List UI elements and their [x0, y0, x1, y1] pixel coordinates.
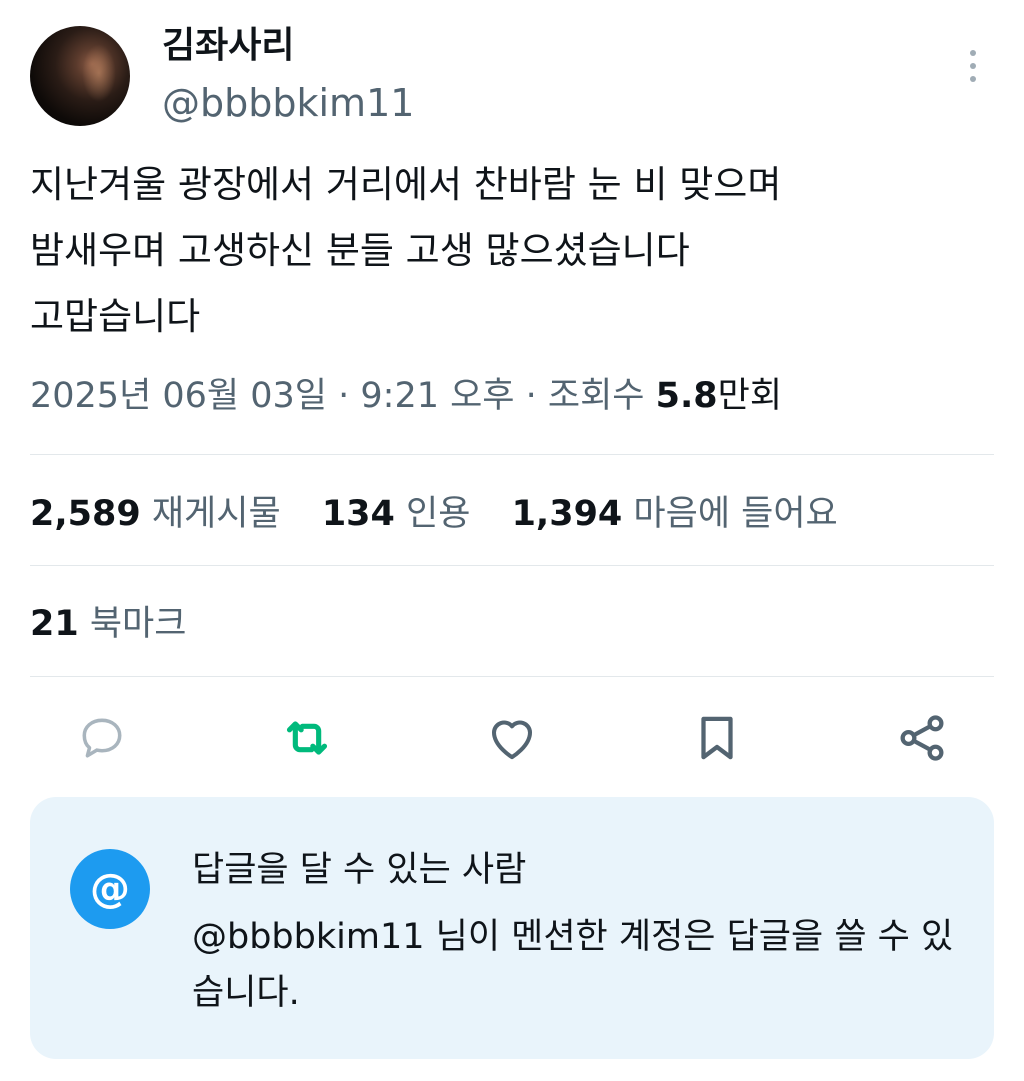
share-icon [900, 715, 944, 761]
views-label: 조회수 [547, 376, 645, 416]
bookmark-button[interactable] [687, 708, 747, 768]
reply-restriction-title: 답글을 달 수 있는 사람 [192, 850, 527, 890]
likes-stat[interactable]: 1,394 마음에 들어요 [512, 494, 838, 534]
reposts-label: 재게시물 [151, 494, 281, 534]
reply-icon [82, 718, 122, 758]
tweet-time[interactable]: 9:21 오후 [360, 376, 514, 416]
repost-icon [286, 721, 328, 755]
reply-restriction-description: @bbbbkim11 님이 멘션한 계정은 답글을 쓸 수 있습니다. [192, 917, 954, 1013]
tweet-meta: 2025년 06월 03일 · 9:21 오후 · 조회수 5.8만회 [30, 370, 782, 422]
reply-button[interactable] [72, 708, 132, 768]
quotes-count: 134 [321, 494, 395, 534]
reposts-count: 2,589 [30, 494, 141, 534]
likes-label: 마음에 들어요 [633, 494, 838, 534]
quotes-stat[interactable]: 134 인용 [322, 494, 471, 534]
like-icon [491, 720, 533, 760]
author-display-name[interactable]: 김좌사리 [162, 24, 294, 68]
views-unit: 만회 [717, 376, 783, 416]
quotes-label: 인용 [406, 494, 471, 534]
avatar-highlight [82, 44, 116, 102]
tweet-date[interactable]: 2025년 06월 03일 [30, 376, 327, 416]
more-options-icon[interactable] [958, 46, 988, 86]
meta-separator: · [514, 376, 548, 416]
bookmarks-count: 21 [30, 604, 79, 644]
bookmarks-stat[interactable]: 21 북마크 [30, 598, 186, 650]
divider [30, 676, 994, 677]
reposts-stat[interactable]: 2,589 재게시물 [30, 494, 281, 534]
bookmark-icon [701, 716, 733, 760]
likes-count: 1,394 [511, 494, 623, 534]
divider [30, 565, 994, 566]
avatar[interactable] [30, 26, 130, 126]
bookmarks-label: 북마크 [89, 604, 187, 644]
engagement-stats: 2,589 재게시물 134 인용 1,394 마음에 들어요 [30, 488, 868, 540]
author-handle[interactable]: @bbbbkim11 [162, 80, 414, 126]
tweet-text: 지난겨울 광장에서 거리에서 찬바람 눈 비 맞으며 밤새우며 고생하신 분들 … [30, 163, 782, 338]
views-count: 5.8 [655, 376, 718, 416]
mention-icon: @ [70, 849, 150, 929]
reply-restriction-box: @ 답글을 달 수 있는 사람 @bbbbkim11 님이 멘션한 계정은 답글… [30, 797, 994, 1059]
repost-button[interactable] [277, 708, 337, 768]
share-button[interactable] [892, 708, 952, 768]
like-button[interactable] [482, 708, 542, 768]
divider [30, 454, 994, 455]
meta-separator: · [327, 376, 361, 416]
